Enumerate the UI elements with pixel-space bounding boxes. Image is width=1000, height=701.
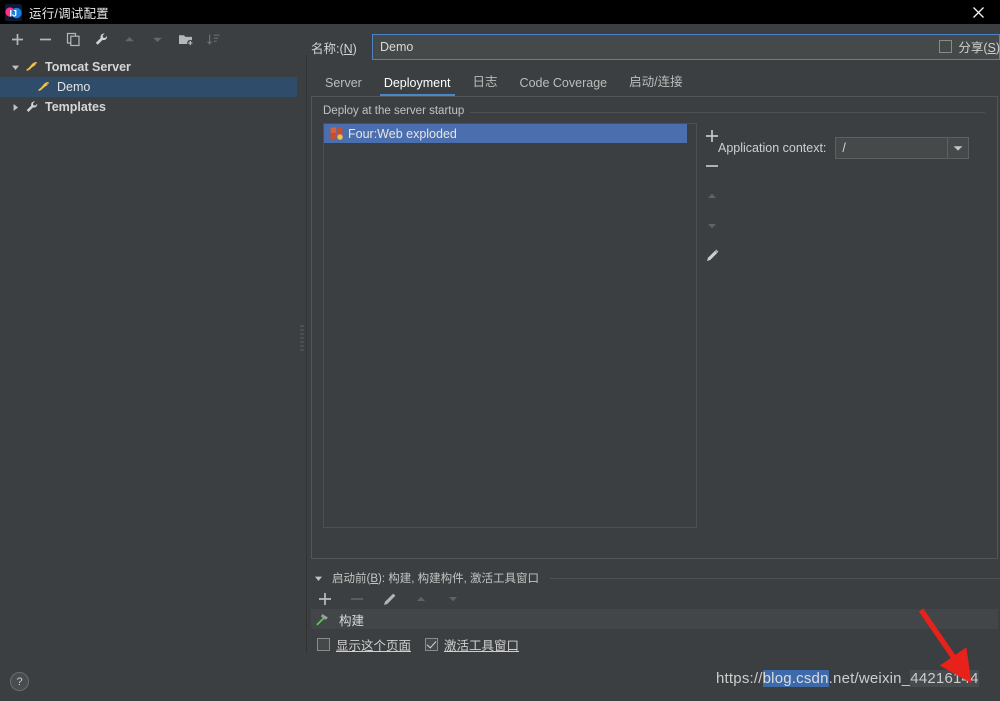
legend-divider bbox=[452, 112, 985, 113]
show-this-page-checkbox-group[interactable]: 显示这个页面 bbox=[317, 635, 411, 654]
window-titlebar: IJ 运行/调试配置 bbox=[0, 0, 1000, 24]
twisty-collapsed-icon[interactable] bbox=[8, 100, 22, 114]
chevron-down-icon[interactable] bbox=[947, 138, 968, 158]
dialog-footer: ? bbox=[0, 653, 1000, 701]
before-launch-task-row[interactable]: 构建 bbox=[311, 609, 998, 629]
show-this-page-checkbox[interactable] bbox=[317, 638, 330, 651]
remove-artifact-button[interactable] bbox=[704, 158, 720, 173]
add-configuration-button[interactable] bbox=[9, 31, 26, 48]
share-checkbox-group[interactable]: 分享(S) bbox=[939, 37, 1000, 56]
tomcat-icon bbox=[36, 79, 52, 95]
edit-templates-wrench-icon[interactable] bbox=[93, 31, 110, 48]
run-debug-configurations-dialog: IJ 运行/调试配置 Tomcat Server Demo Templates … bbox=[0, 0, 1000, 701]
artifacts-scrollbar[interactable] bbox=[687, 124, 696, 527]
move-up-button[interactable] bbox=[121, 31, 138, 48]
edit-task-pencil-icon[interactable] bbox=[381, 591, 397, 607]
tree-item-label: Tomcat Server bbox=[45, 60, 131, 74]
folder-add-icon[interactable] bbox=[177, 31, 194, 48]
edit-artifact-pencil-icon[interactable] bbox=[704, 248, 720, 263]
before-launch-header: 启动前(B): 构建, 构建构件, 激活工具窗口 bbox=[311, 569, 1000, 587]
task-label: 构建 bbox=[339, 613, 365, 628]
tree-item-label: Demo bbox=[57, 80, 91, 94]
artifact-icon bbox=[328, 126, 344, 142]
panel-splitter[interactable] bbox=[297, 55, 307, 653]
move-artifact-up-button[interactable] bbox=[704, 188, 720, 203]
list-item[interactable]: Four:Web exploded bbox=[324, 124, 696, 143]
artifact-label: Four:Web exploded bbox=[348, 126, 457, 141]
activate-tool-window-checkbox[interactable] bbox=[425, 638, 439, 651]
red-pointer-arrow bbox=[915, 604, 985, 689]
share-label: 分享(S) bbox=[958, 41, 1000, 55]
tab-deployment[interactable]: Deployment bbox=[379, 76, 455, 96]
deploy-legend: Deploy at the server startup bbox=[323, 105, 471, 117]
copy-configuration-button[interactable] bbox=[65, 31, 82, 48]
configuration-name-input[interactable] bbox=[372, 34, 1000, 60]
tomcat-icon bbox=[24, 59, 40, 75]
configuration-editor-panel: 名称:(N) 分享(S) Server Deployment 日志 Code C… bbox=[307, 24, 1000, 653]
build-hammer-icon bbox=[315, 611, 331, 627]
close-icon[interactable] bbox=[956, 0, 1000, 24]
twisty-expanded-icon[interactable] bbox=[8, 60, 22, 74]
activate-tool-window-label: 激活工具窗口 bbox=[444, 639, 520, 653]
task-move-up-button[interactable] bbox=[413, 591, 429, 607]
task-move-down-button[interactable] bbox=[445, 591, 461, 607]
tab-code-coverage[interactable]: Code Coverage bbox=[520, 76, 608, 96]
splitter-grip-dots[interactable] bbox=[300, 325, 304, 351]
tree-item-demo[interactable]: Demo bbox=[0, 77, 297, 97]
wrench-icon bbox=[24, 99, 40, 115]
svg-text:IJ: IJ bbox=[9, 8, 17, 18]
configurations-tree: Tomcat Server Demo Templates bbox=[0, 55, 297, 653]
move-artifact-down-button[interactable] bbox=[704, 218, 720, 233]
tree-item-templates[interactable]: Templates bbox=[0, 97, 297, 117]
editor-tabs: Server Deployment 日志 Code Coverage 启动/连接 bbox=[325, 70, 1000, 96]
name-row: 名称:(N) bbox=[311, 33, 1000, 61]
before-launch-title: 启动前(B): 构建, 构建构件, 激活工具窗口 bbox=[332, 573, 540, 585]
twisty-expanded-icon[interactable] bbox=[311, 571, 325, 585]
intellij-idea-logo-icon: IJ bbox=[5, 3, 22, 21]
application-context-row: Application context: / bbox=[718, 137, 970, 159]
application-context-combobox[interactable]: / bbox=[835, 137, 970, 159]
share-checkbox[interactable] bbox=[939, 40, 953, 53]
application-context-value: / bbox=[842, 141, 846, 155]
deployment-panel: Deploy at the server startup Four:Web ex… bbox=[311, 96, 998, 559]
tab-logs[interactable]: 日志 bbox=[473, 71, 498, 96]
tab-startup-connection[interactable]: 启动/连接 bbox=[629, 71, 682, 96]
tree-item-tomcat-server[interactable]: Tomcat Server bbox=[0, 57, 297, 77]
configurations-toolbar bbox=[0, 24, 297, 55]
application-context-label: Application context: bbox=[718, 141, 827, 155]
move-down-button[interactable] bbox=[149, 31, 166, 48]
artifacts-list[interactable]: Four:Web exploded bbox=[323, 123, 697, 528]
sort-configurations-button[interactable] bbox=[205, 31, 222, 48]
show-this-page-label: 显示这个页面 bbox=[336, 639, 412, 653]
remove-task-button[interactable] bbox=[349, 591, 365, 607]
window-title: 运行/调试配置 bbox=[29, 6, 109, 21]
tree-item-label: Templates bbox=[45, 100, 106, 114]
tab-server[interactable]: Server bbox=[325, 76, 362, 96]
before-launch-checkboxes: 显示这个页面 激活工具窗口 bbox=[317, 635, 519, 654]
remove-configuration-button[interactable] bbox=[37, 31, 54, 48]
help-button[interactable]: ? bbox=[10, 672, 29, 691]
activate-tool-window-checkbox-group[interactable]: 激活工具窗口 bbox=[425, 635, 519, 654]
before-launch-divider bbox=[550, 577, 1000, 579]
before-launch-toolbar bbox=[317, 588, 517, 610]
name-label: 名称:(N) bbox=[311, 41, 357, 56]
add-task-button[interactable] bbox=[317, 591, 333, 607]
